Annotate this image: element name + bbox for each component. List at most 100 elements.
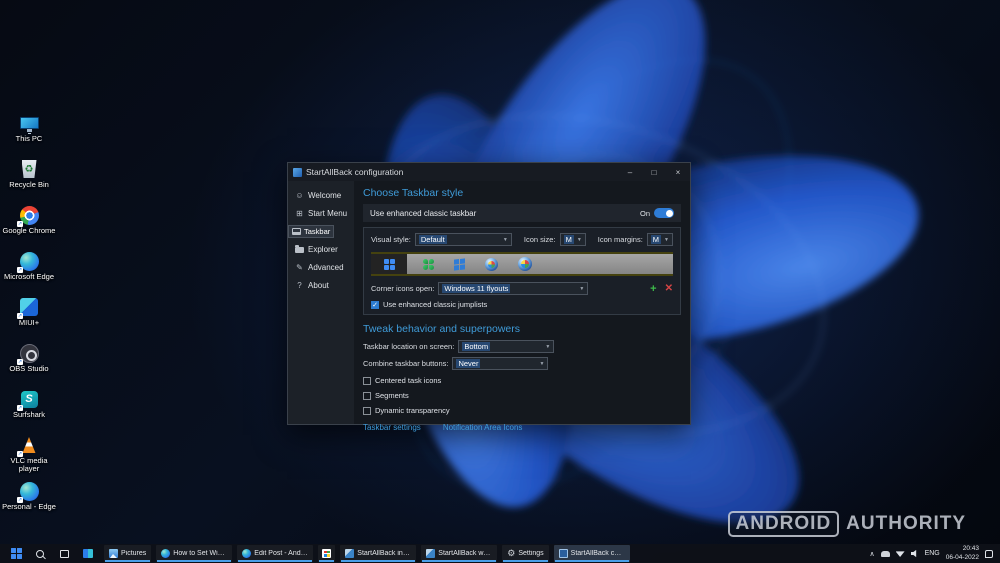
language-indicator[interactable]: ENG	[925, 550, 940, 557]
windows-legacy-icon	[322, 549, 332, 558]
corner-icons-row: Corner icons open: Windows 11 flyouts ▼ …	[371, 282, 673, 295]
add-button[interactable]: +	[650, 283, 656, 295]
startallback-config-window: StartAllBack configuration – □ × ☺ Welco…	[287, 162, 691, 432]
close-button[interactable]: ×	[666, 163, 690, 181]
corner-icons-label: Corner icons open:	[371, 284, 435, 293]
centered-icons-checkbox[interactable]	[363, 376, 371, 385]
desktop-icon-this-pc[interactable]: This PC	[0, 112, 58, 158]
segments-checkbox[interactable]	[363, 391, 371, 400]
combine-buttons-label: Combine taskbar buttons:	[363, 359, 449, 368]
notification-icon	[985, 549, 993, 558]
chevron-down-icon: ▼	[579, 285, 585, 292]
icon-size-dropdown[interactable]: M ▼	[559, 233, 586, 246]
segments-label: Segments	[375, 391, 409, 400]
taskbar-button-windows-legacy[interactable]	[318, 545, 336, 562]
sidebar-item-welcome[interactable]: ☺ Welcome	[288, 186, 354, 204]
dynamic-transparency-checkbox[interactable]	[363, 406, 371, 415]
start-button[interactable]	[5, 545, 27, 562]
taskbar-button-sab-welcome[interactable]: StartAllBack welcom...	[421, 545, 498, 562]
app-window-icon	[558, 549, 568, 558]
taskbar-button-edge-edit-post[interactable]: Edit Post - Android ...	[237, 545, 314, 562]
taskbar-location-dropdown[interactable]: Bottom ▼	[458, 340, 555, 353]
minimize-button[interactable]: –	[618, 163, 642, 181]
chevron-down-icon: ▼	[664, 236, 669, 243]
wifi-icon[interactable]	[895, 550, 905, 557]
sidebar-item-label: Explorer	[308, 244, 338, 254]
remove-button[interactable]: ✕	[665, 283, 673, 294]
search-button[interactable]	[29, 545, 51, 562]
gear-icon: ⚙	[507, 548, 516, 558]
sidebar-item-label: Welcome	[308, 190, 342, 200]
taskbar-location-label: Taskbar location on screen:	[363, 342, 455, 351]
desktop-icon-label: Personal - Edge	[2, 502, 56, 511]
visual-style-dropdown[interactable]: Default ▼	[414, 233, 512, 246]
maximize-button[interactable]: □	[642, 163, 666, 181]
preview-style-windows11[interactable]	[371, 254, 407, 274]
startallback-clover-icon[interactable]	[423, 258, 434, 270]
desktop-icon-personal-edge[interactable]: ↗ Personal - Edge	[0, 480, 58, 526]
desktop-icon-obs-studio[interactable]: ↗ OBS Studio	[0, 342, 58, 388]
tray-expand-chevron-icon[interactable]: ∧	[869, 550, 874, 558]
desktop-icon-surfshark[interactable]: S ↗ Surfshark	[0, 388, 58, 434]
window-titlebar[interactable]: StartAllBack configuration – □ ×	[288, 163, 690, 181]
watermark-plain-text: AUTHORITY	[846, 513, 966, 534]
jumplists-checkbox-label: Use enhanced classic jumplists	[383, 300, 488, 309]
volume-icon[interactable]	[910, 549, 919, 558]
icon-margins-dropdown[interactable]: M ▼	[646, 233, 673, 246]
jumplists-checkbox[interactable]: ✓	[371, 300, 379, 309]
desktop-icon-google-chrome[interactable]: ↗ Google Chrome	[0, 204, 58, 250]
taskbar-settings-link[interactable]: Taskbar settings	[363, 423, 421, 432]
desktop-icon-column: This PC ♻ Recycle Bin ↗ Google Chrome ↗ …	[0, 112, 58, 526]
dynamic-transparency-label: Dynamic transparency	[375, 406, 450, 415]
windows-vista-orb-icon[interactable]	[518, 257, 532, 271]
sidebar-item-explorer[interactable]: Explorer	[288, 240, 354, 258]
windows-8-logo-icon[interactable]	[454, 257, 465, 271]
notification-center-button[interactable]	[985, 549, 993, 558]
widgets-button[interactable]	[77, 545, 99, 562]
sidebar-item-label: Start Menu	[308, 208, 348, 218]
desktop-icon-label: Recycle Bin	[9, 180, 49, 189]
taskbar-style-preview-strip[interactable]	[371, 252, 673, 276]
combine-buttons-dropdown[interactable]: Never ▼	[452, 357, 549, 370]
system-taskbar: Pictures How to Set Windo... Edit Post -…	[0, 544, 1000, 563]
taskbar-button-sab-installation[interactable]: StartAllBack installat...	[340, 545, 417, 562]
sidebar-item-taskbar[interactable]: Taskbar	[288, 225, 335, 238]
preview-classic-styles	[407, 254, 673, 274]
taskbar-button-edge-how-to[interactable]: How to Set Windo...	[156, 545, 233, 562]
window-title: StartAllBack configuration	[306, 167, 404, 177]
notification-area-icons-link[interactable]: Notification Area Icons	[443, 423, 523, 432]
sidebar-item-start-menu[interactable]: ⊞ Start Menu	[288, 204, 354, 222]
desktop-icon-recycle-bin[interactable]: ♻ Recycle Bin	[0, 158, 58, 204]
taskbar-button-settings[interactable]: ⚙ Settings	[502, 545, 549, 562]
sidebar-item-advanced[interactable]: ✎ Advanced	[288, 258, 354, 276]
system-tray: ∧ ENG 20:43 06-04-2022	[869, 545, 996, 561]
image-file-icon	[345, 549, 355, 558]
folder-icon	[295, 245, 304, 253]
chevron-down-icon: ▼	[545, 343, 551, 350]
clock[interactable]: 20:43 06-04-2022	[946, 545, 979, 561]
photos-icon	[109, 549, 118, 558]
sidebar-item-about[interactable]: ? About	[288, 276, 354, 294]
corner-icons-dropdown[interactable]: Windows 11 flyouts ▼	[438, 282, 589, 295]
onedrive-icon[interactable]	[880, 550, 890, 557]
windows-11-logo-icon	[383, 258, 395, 270]
desktop-icon-miui-plus[interactable]: ↗ MIUI+	[0, 296, 58, 342]
tray-time: 20:43	[962, 545, 979, 553]
combine-buttons-row: Combine taskbar buttons: Never ▼	[363, 357, 681, 370]
desktop-icon-vlc[interactable]: ↗ VLC media player	[0, 434, 58, 480]
config-sidebar: ☺ Welcome ⊞ Start Menu Taskbar Explorer …	[288, 181, 354, 424]
dynamic-transparency-checkbox-row: Dynamic transparency	[363, 406, 681, 415]
windows-start-icon	[10, 548, 22, 559]
windows-7-orb-icon[interactable]	[485, 257, 498, 271]
taskbar-button-sab-configuration[interactable]: StartAllBack configu...	[553, 545, 630, 562]
tray-date: 06-04-2022	[945, 553, 979, 561]
icon-margins-label: Icon margins:	[597, 235, 643, 244]
task-view-button[interactable]	[53, 545, 75, 562]
taskbar-button-pictures[interactable]: Pictures	[104, 545, 152, 562]
sidebar-item-label: Taskbar	[304, 227, 331, 236]
sidebar-item-label: Advanced	[308, 262, 344, 272]
desktop-icon-microsoft-edge[interactable]: ↗ Microsoft Edge	[0, 250, 58, 296]
enhanced-taskbar-toggle[interactable]	[654, 208, 674, 218]
toggle-row-label: Use enhanced classic taskbar	[370, 208, 477, 218]
taskbar-style-panel: Visual style: Default ▼ Icon size: M ▼ I…	[363, 227, 681, 315]
